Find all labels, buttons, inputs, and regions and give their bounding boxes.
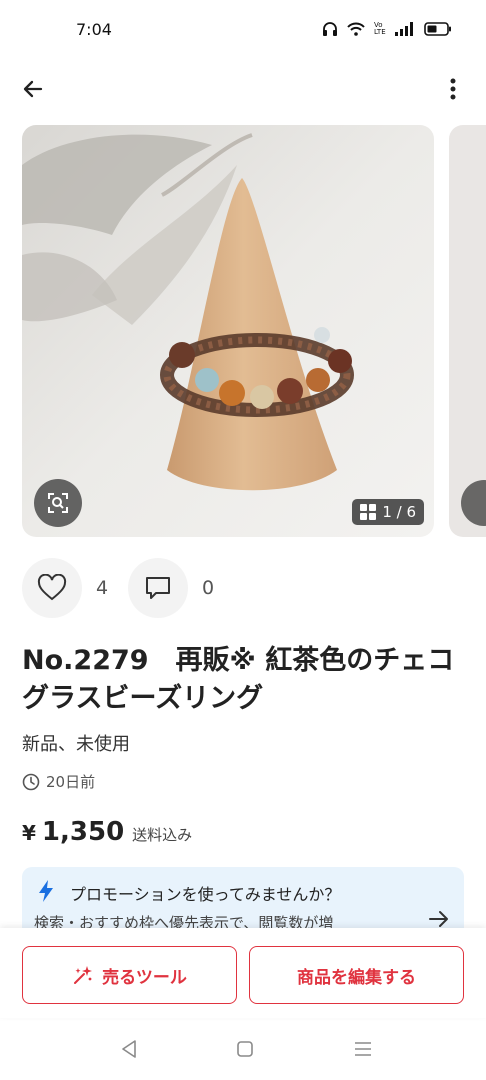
status-icons: Vo LTE — [322, 22, 452, 36]
product-title: No.2279 再販※ 紅茶色のチェコグラスビーズリング — [22, 645, 455, 714]
sparkle-icon — [74, 966, 93, 984]
photo-counter-text: 1 / 6 — [382, 503, 416, 521]
edit-item-button[interactable]: 商品を編集する — [249, 946, 464, 1004]
status-time: 7:04 — [76, 20, 112, 39]
photo-counter: 1 / 6 — [352, 499, 424, 525]
more-vert-icon — [450, 78, 456, 100]
price: ¥ 1,350 送料込み — [22, 817, 192, 847]
product-photo — [22, 125, 434, 537]
status-bar: 7:04 Vo LTE — [0, 0, 486, 62]
comment-count: 0 — [202, 577, 215, 599]
engagement-row: 4 0 — [22, 558, 234, 618]
battery-icon — [424, 22, 451, 36]
product-photo-gallery[interactable]: 1 / 6 — [22, 125, 434, 537]
nav-back-icon — [122, 1040, 136, 1058]
posted-time-text: 20日前 — [46, 773, 96, 791]
heart-icon — [37, 574, 67, 601]
comment-button[interactable] — [128, 558, 188, 618]
nav-recents-button[interactable] — [350, 1038, 376, 1060]
headphones-icon — [323, 22, 337, 36]
nav-back-button[interactable] — [116, 1038, 142, 1060]
more-options-button[interactable] — [436, 72, 470, 106]
like-button[interactable] — [22, 558, 82, 618]
price-currency: ¥ — [22, 821, 36, 845]
back-arrow-icon — [23, 80, 43, 98]
grid-icon — [360, 504, 377, 520]
comment-icon — [146, 577, 170, 599]
nav-home-button[interactable] — [232, 1038, 258, 1060]
edit-item-label: 商品を編集する — [297, 967, 416, 988]
volte-label: Vo LTE — [374, 21, 386, 36]
arrow-right-icon — [429, 911, 448, 927]
lightning-icon — [39, 880, 53, 902]
top-app-bar — [0, 62, 486, 114]
sell-tools-label: 売るツール — [102, 967, 187, 988]
promotion-title: プロモーションを使ってみませんか？ — [70, 885, 341, 904]
next-photo-lens — [461, 480, 486, 526]
nav-recents-icon — [355, 1042, 371, 1056]
sell-tools-button[interactable]: 売るツール — [22, 946, 237, 1004]
shipping-included-label: 送料込み — [132, 826, 193, 844]
signal-icon — [395, 22, 413, 36]
posted-time: 20日前 — [22, 771, 95, 792]
price-value: 1,350 — [41, 817, 125, 847]
image-search-icon — [48, 493, 68, 513]
back-button[interactable] — [16, 72, 50, 106]
nav-home-icon — [237, 1041, 253, 1057]
product-condition: 新品、未使用 — [22, 734, 130, 755]
next-photo-preview[interactable] — [449, 125, 486, 537]
image-search-button[interactable] — [34, 479, 82, 527]
wifi-icon — [347, 22, 365, 36]
bottom-action-bar: 売るツール 商品を編集する — [0, 928, 486, 1018]
system-nav-bar — [0, 1018, 486, 1080]
like-count: 4 — [96, 577, 109, 599]
clock-icon — [22, 773, 40, 790]
